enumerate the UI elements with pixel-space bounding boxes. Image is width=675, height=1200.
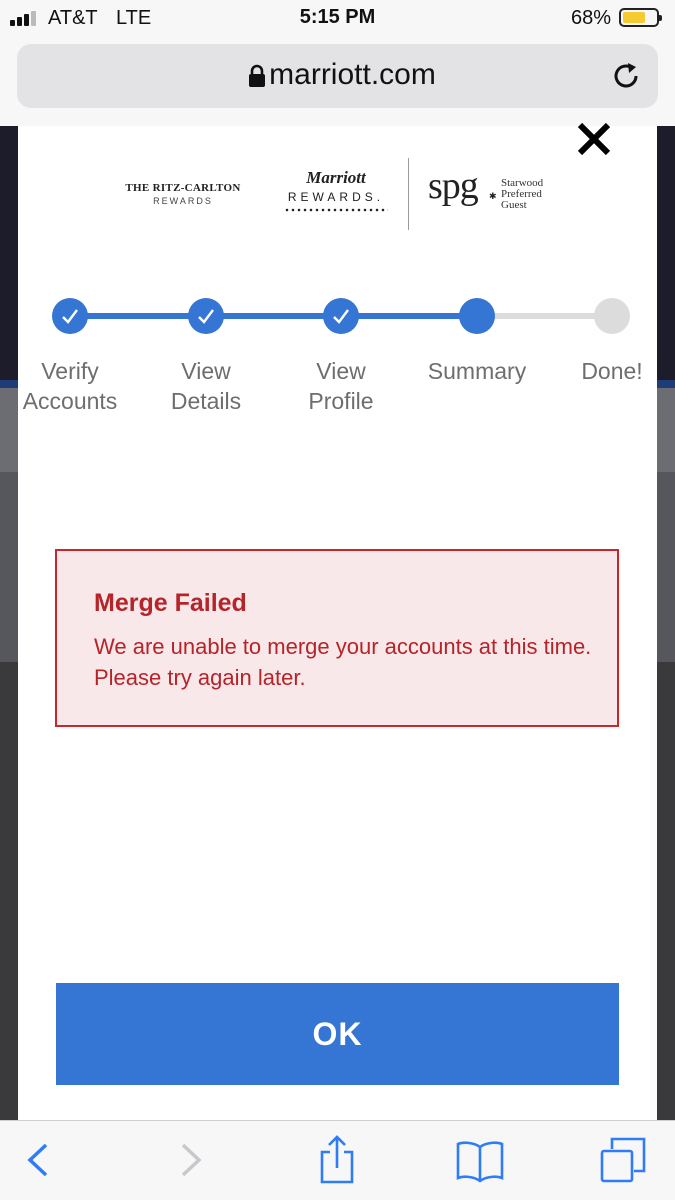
- forward-icon[interactable]: [165, 1135, 215, 1185]
- step-label-view-details: View Details: [170, 358, 242, 414]
- ok-button[interactable]: OK: [56, 983, 619, 1085]
- error-alert: Merge Failed We are unable to merge your…: [55, 549, 619, 727]
- star-icon: ✱: [489, 191, 497, 201]
- step-label-view-profile: View Profile: [308, 358, 374, 414]
- account-merge-modal: THE RITZ-CARLTON REWARDS Marriott REWARD…: [18, 122, 657, 1120]
- reload-icon[interactable]: [610, 60, 642, 92]
- close-icon[interactable]: [575, 120, 613, 158]
- step-label-summary: Summary: [427, 358, 527, 384]
- step-label-verify-accounts: Verify Accounts: [22, 358, 118, 414]
- address-bar[interactable]: marriott.com: [17, 44, 658, 108]
- checkmark-icon: [62, 309, 78, 324]
- tabs-icon[interactable]: [598, 1135, 648, 1185]
- error-message: We are unable to merge your accounts at …: [94, 634, 592, 690]
- ritz-carlton-rewards-logo: THE RITZ-CARLTON REWARDS: [125, 182, 241, 206]
- share-icon[interactable]: [312, 1135, 362, 1185]
- battery-level-fill: [623, 12, 645, 23]
- battery-icon: [619, 8, 662, 27]
- bookmarks-icon[interactable]: [455, 1135, 505, 1185]
- step-dot-view-details: [188, 298, 224, 334]
- stepper-track-complete: [70, 313, 478, 319]
- step-dot-view-profile: [323, 298, 359, 334]
- step-dot-verify-accounts: [52, 298, 88, 334]
- back-icon[interactable]: [14, 1135, 64, 1185]
- status-bar: AT&T LTE 5:15 PM 68%: [0, 0, 675, 38]
- browser-toolbar: [0, 1120, 675, 1200]
- error-title: Merge Failed: [94, 589, 247, 617]
- progress-stepper: Verify Accounts View Details View Profile S…: [18, 286, 657, 426]
- step-label-done: Done!: [581, 358, 643, 384]
- url-text[interactable]: marriott.com: [17, 58, 658, 92]
- marriott-rewards-logo: Marriott REWARDS.: [276, 168, 396, 212]
- battery-percentage: 68%: [570, 7, 611, 29]
- stepper-track-pending: [478, 313, 611, 319]
- checkmark-icon: [333, 309, 349, 324]
- logo-divider: [408, 158, 409, 230]
- checkmark-icon: [198, 309, 214, 324]
- step-dot-done: [594, 298, 630, 334]
- step-dot-summary: [459, 298, 495, 334]
